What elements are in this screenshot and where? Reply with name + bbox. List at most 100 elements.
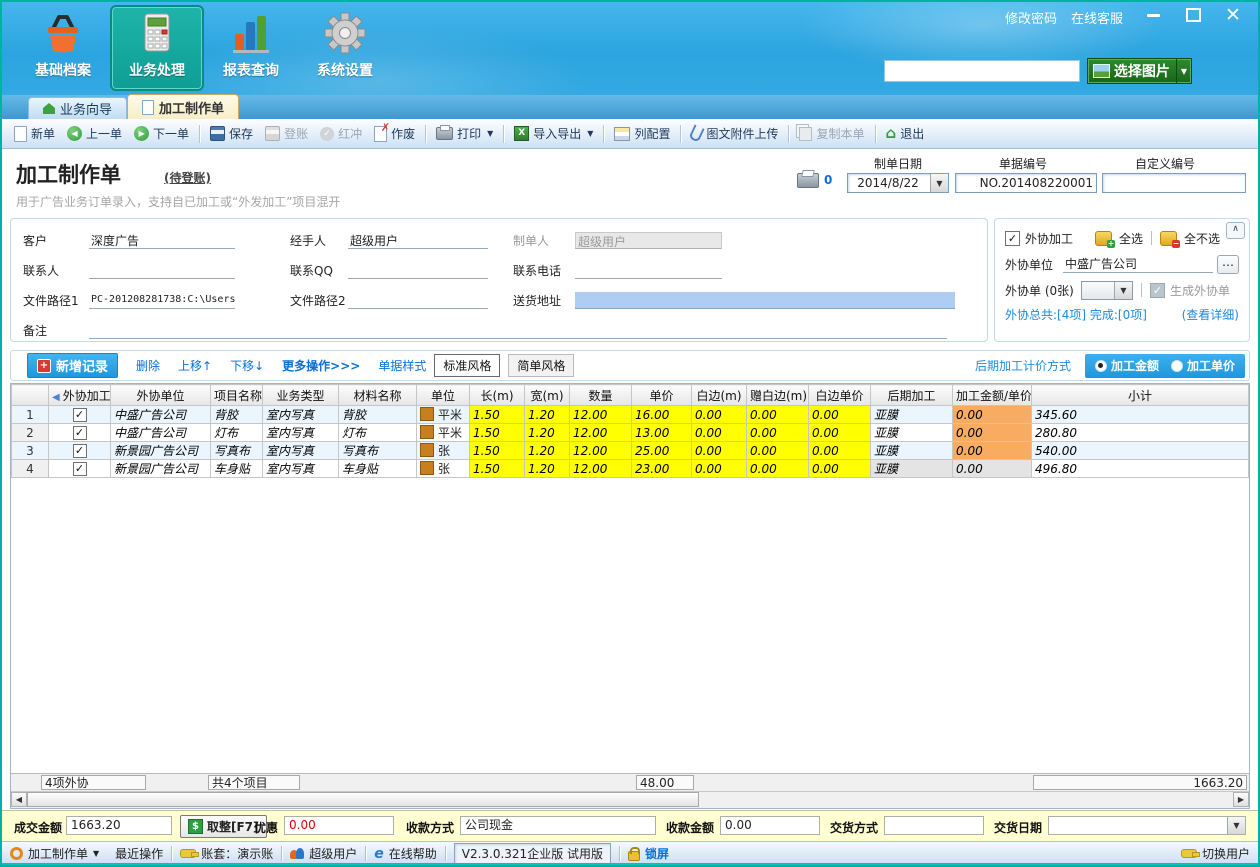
cell-process-amount[interactable]: 0.00	[953, 442, 1032, 460]
cell-outsource-unit[interactable]: 中盛广告公司	[111, 424, 211, 442]
cell-quantity[interactable]: 12.00	[570, 442, 632, 460]
red-flush-button[interactable]: ✓红冲	[314, 122, 368, 145]
void-button[interactable]: 作废	[368, 122, 421, 145]
style-simple-button[interactable]: 简单风格	[508, 354, 574, 377]
select-all-button[interactable]: 全选	[1119, 230, 1143, 247]
header-quantity[interactable]: 数量	[570, 385, 632, 406]
select-none-button[interactable]: 全不选	[1184, 230, 1220, 247]
header-process-amount[interactable]: 加工金额/单价	[953, 385, 1032, 406]
print-button[interactable]: 打印▼	[430, 122, 499, 145]
path1-field[interactable]: PC-201208281738:C:\Users	[89, 292, 235, 309]
cell-project-name[interactable]: 背胶	[211, 406, 263, 424]
next-button[interactable]: ▶下一单	[128, 122, 195, 145]
cell-margin-price[interactable]: 0.00	[809, 406, 871, 424]
generate-checkbox[interactable]: ✓	[1150, 283, 1165, 298]
cell-free-margin[interactable]: 0.00	[747, 406, 809, 424]
header-subtotal[interactable]: 小计	[1032, 385, 1249, 406]
delivery-method-field[interactable]	[884, 816, 984, 835]
cell-width[interactable]: 1.20	[525, 406, 570, 424]
cell-free-margin[interactable]: 0.00	[747, 424, 809, 442]
cell-length[interactable]: 1.50	[470, 442, 525, 460]
row-outsource-checkbox[interactable]: ✓	[49, 460, 111, 478]
select-none-icon[interactable]: −	[1160, 231, 1177, 246]
cell-unit[interactable]: 张	[417, 460, 470, 478]
nav-item-base-archive[interactable]: 基础档案	[16, 5, 110, 91]
cell-process-amount[interactable]: 0.00	[953, 424, 1032, 442]
cell-process-amount[interactable]: 0.00	[953, 460, 1032, 478]
online-service-link[interactable]: 在线客服	[1071, 8, 1123, 27]
cell-length[interactable]: 1.50	[470, 406, 525, 424]
attachment-upload-button[interactable]: 图文附件上传	[685, 122, 784, 145]
cell-unit-price[interactable]: 23.00	[632, 460, 692, 478]
tab-business-wizard[interactable]: 业务向导	[28, 97, 127, 119]
row-outsource-checkbox[interactable]: ✓	[49, 406, 111, 424]
tab-processing-order[interactable]: 加工制作单	[127, 94, 239, 119]
cell-quantity[interactable]: 12.00	[570, 424, 632, 442]
cell-business-type[interactable]: 室内写真	[263, 424, 339, 442]
save-button[interactable]: 保存	[204, 122, 259, 145]
chevron-down-icon[interactable]: ▼	[1114, 282, 1132, 299]
cell-business-type[interactable]: 室内写真	[263, 406, 339, 424]
register-button[interactable]: 登账	[259, 122, 314, 145]
note-field[interactable]	[89, 322, 947, 339]
qq-field[interactable]	[348, 262, 488, 279]
header-margin[interactable]: 白边(m)	[692, 385, 747, 406]
total-amount-field[interactable]: 1663.20	[66, 816, 172, 835]
scroll-left-icon[interactable]: ◀	[11, 792, 27, 807]
copy-order-button[interactable]: 复制本单	[793, 122, 870, 145]
exit-button[interactable]: ⌂退出	[880, 122, 931, 145]
cell-project-name[interactable]: 写真布	[211, 442, 263, 460]
nav-item-reports[interactable]: 报表查询	[204, 5, 298, 91]
cell-width[interactable]: 1.20	[525, 460, 570, 478]
cell-free-margin[interactable]: 0.00	[747, 442, 809, 460]
contact-field[interactable]	[89, 262, 235, 279]
close-button[interactable]: ✕	[1222, 6, 1244, 24]
cell-margin[interactable]: 0.00	[692, 406, 747, 424]
account-set-item[interactable]: 账套：演示账	[180, 845, 273, 862]
header-free-margin[interactable]: 赠白边(m)	[747, 385, 809, 406]
cell-margin[interactable]: 0.00	[692, 442, 747, 460]
cell-length[interactable]: 1.50	[470, 424, 525, 442]
chevron-down-icon[interactable]: ▼	[930, 174, 948, 192]
cell-margin-price[interactable]: 0.00	[809, 460, 871, 478]
cell-unit-price[interactable]: 13.00	[632, 424, 692, 442]
cell-unit[interactable]: 平米	[417, 406, 470, 424]
cell-unit-price[interactable]: 16.00	[632, 406, 692, 424]
online-help-button[interactable]: e 在线帮助	[374, 845, 437, 862]
ellipsis-button[interactable]: …	[1217, 255, 1239, 274]
phone-field[interactable]	[575, 262, 722, 279]
header-length[interactable]: 长(m)	[470, 385, 525, 406]
cell-project-name[interactable]: 车身贴	[211, 460, 263, 478]
status-link[interactable]: (待登账)	[164, 169, 211, 186]
scrollbar-thumb[interactable]	[27, 792, 699, 807]
address-field[interactable]	[575, 292, 955, 309]
doc-menu-button[interactable]: 加工制作单 ▼	[10, 845, 99, 862]
switch-user-button[interactable]: 切换用户	[1181, 845, 1250, 862]
cell-post-process[interactable]: 亚膜	[871, 460, 953, 478]
header-business-type[interactable]: 业务类型	[263, 385, 339, 406]
cell-process-amount[interactable]: 0.00	[953, 406, 1032, 424]
cell-margin-price[interactable]: 0.00	[809, 424, 871, 442]
cell-business-type[interactable]: 室内写真	[263, 460, 339, 478]
cell-unit-price[interactable]: 25.00	[632, 442, 692, 460]
cell-post-process[interactable]: 亚膜	[871, 424, 953, 442]
new-button[interactable]: 新单	[8, 122, 61, 145]
cell-project-name[interactable]: 灯布	[211, 424, 263, 442]
minimize-button[interactable]	[1142, 6, 1164, 24]
date-combobox[interactable]: 2014/8/22 ▼	[847, 173, 949, 193]
cell-margin[interactable]: 0.00	[692, 460, 747, 478]
header-unit-price[interactable]: 单价	[632, 385, 692, 406]
add-record-button[interactable]: + 新增记录	[27, 353, 118, 378]
prev-button[interactable]: ◀上一单	[61, 122, 128, 145]
delete-button[interactable]: 删除	[136, 357, 160, 374]
outsource-checkbox[interactable]: ✓	[1005, 231, 1020, 246]
move-down-button[interactable]: 下移↓	[230, 357, 264, 374]
cell-post-process[interactable]: 亚膜	[871, 442, 953, 460]
header-width[interactable]: 宽(m)	[525, 385, 570, 406]
move-up-button[interactable]: 上移↑	[178, 357, 212, 374]
cell-material-name[interactable]: 车身贴	[339, 460, 417, 478]
cell-quantity[interactable]: 12.00	[570, 406, 632, 424]
row-outsource-checkbox[interactable]: ✓	[49, 424, 111, 442]
maximize-button[interactable]	[1182, 6, 1204, 24]
chevron-down-icon[interactable]: ▼	[1227, 817, 1245, 834]
